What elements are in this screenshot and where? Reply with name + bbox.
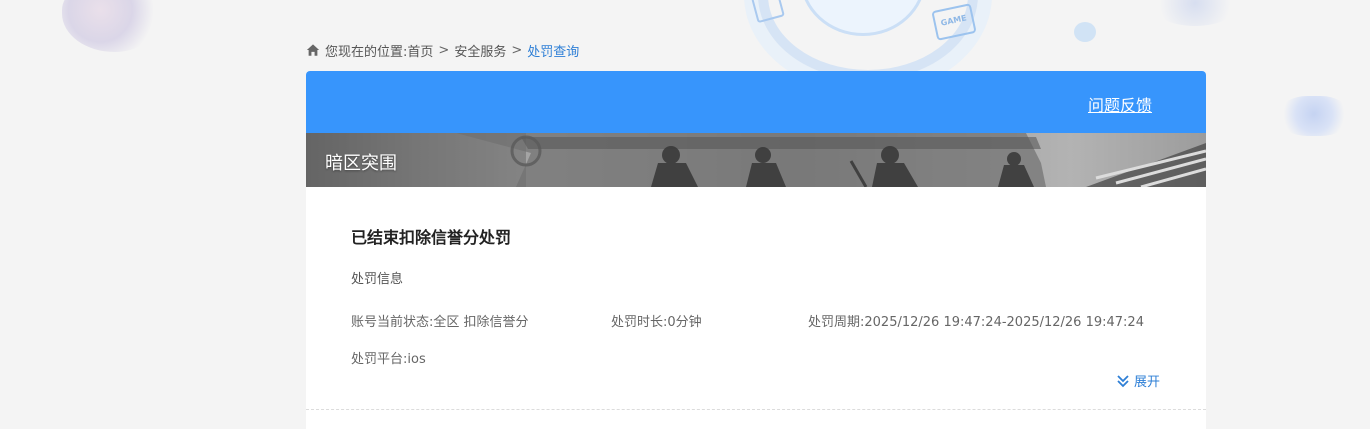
background-character-art-right (1280, 96, 1348, 136)
section-divider (306, 409, 1206, 410)
punishment-info-heading: 处罚信息 (351, 272, 404, 287)
background-ring-decoration (758, 0, 978, 80)
double-chevron-down-icon (1116, 374, 1130, 388)
punishment-duration-value: 0分钟 (667, 315, 702, 330)
punishment-duration: 处罚时长:0分钟 (611, 311, 702, 330)
punishment-platform-label: 处罚平台: (351, 352, 408, 367)
breadcrumb: 您现在的位置: 首页 > 安全服务 > 处罚查询 (306, 40, 579, 60)
punishment-section: 已结束扣除信誉分处罚 处罚信息 账号当前状态:全区 扣除信誉分 处罚时长:0分钟… (306, 187, 1206, 410)
breadcrumb-prefix: 您现在的位置: (325, 44, 408, 60)
background-dot-decoration (1074, 22, 1096, 42)
breadcrumb-security-link[interactable]: 安全服务 (454, 41, 506, 60)
punishment-platform-value: ios (407, 352, 426, 367)
background-character-art (62, 0, 158, 52)
game-banner: 暗区突围 (306, 133, 1206, 187)
background-ring-inner-decoration (800, 0, 926, 36)
account-status: 账号当前状态:全区 扣除信誉分 (351, 311, 529, 330)
breadcrumb-home-link[interactable]: 首页 (407, 41, 433, 60)
home-icon (306, 43, 320, 57)
breadcrumb-separator: > (438, 42, 450, 58)
game-banner-art (306, 133, 1206, 187)
punishment-period-value: 2025/12/26 19:47:24-2025/12/26 19:47:24 (864, 315, 1144, 330)
background-phone-icon (751, 0, 785, 24)
card-header: 问题反馈 (306, 71, 1206, 133)
punishment-title: 已结束扣除信誉分处罚 (351, 228, 512, 247)
account-status-value: 全区 扣除信誉分 (433, 315, 529, 330)
punishment-period-label: 处罚周期: (808, 315, 865, 330)
breadcrumb-current: 处罚查询 (527, 44, 580, 60)
punishment-period: 处罚周期:2025/12/26 19:47:24-2025/12/26 19:4… (808, 311, 1144, 330)
background-game-tv-icon: GAME (931, 3, 977, 41)
expand-label: 展开 (1134, 375, 1161, 390)
account-status-label: 账号当前状态: (351, 315, 434, 330)
punishment-platform: 处罚平台:ios (351, 348, 426, 367)
feedback-link[interactable]: 问题反馈 (1088, 92, 1152, 116)
punishment-duration-label: 处罚时长: (611, 315, 668, 330)
game-title: 暗区突围 (325, 153, 397, 174)
breadcrumb-separator: > (511, 42, 523, 58)
expand-button[interactable]: 展开 (1116, 371, 1160, 390)
punishment-card: 问题反馈 暗区突围 已结束扣除信誉分处罚 处罚信息 账号当前状态:全区 扣除信誉… (306, 71, 1206, 429)
background-character-art-top (1150, 0, 1240, 26)
